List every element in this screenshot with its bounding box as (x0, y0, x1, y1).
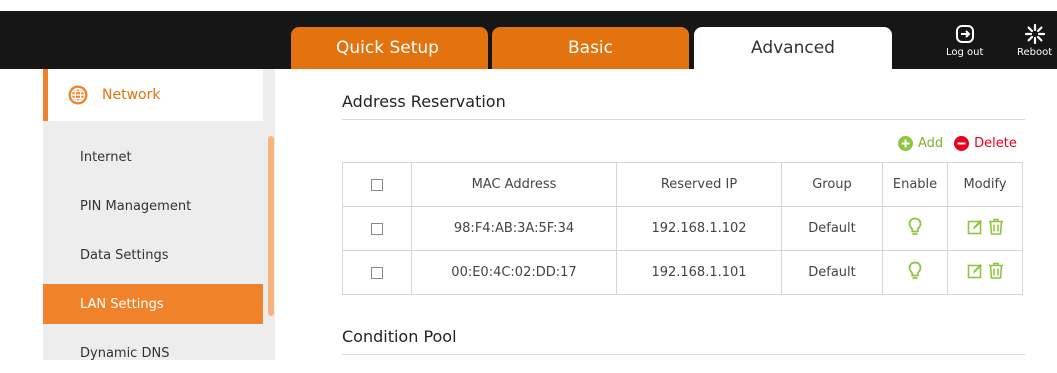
reboot-label: Reboot (1017, 47, 1053, 58)
tab-advanced-label: Advanced (751, 38, 835, 58)
table-actions: Add Delete (898, 136, 1017, 151)
select-all-cell (342, 162, 412, 207)
ip-cell: 192.168.1.101 (616, 250, 782, 295)
enabled-bulb-icon[interactable] (908, 217, 922, 237)
table-row: 98:F4:AB:3A:5F:34 192.168.1.102 Default (342, 206, 1023, 251)
col-group: Group (781, 162, 883, 207)
sidebar: Network Internet PIN Management Data Set… (43, 69, 275, 361)
address-reservation-table: MAC Address Reserved IP Group Enable Mod… (342, 162, 1023, 295)
delete-icon (954, 136, 970, 151)
tab-quick-setup-label: Quick Setup (336, 38, 439, 58)
logout-label: Log out (946, 47, 984, 58)
select-all-checkbox[interactable] (371, 178, 383, 191)
ip-cell: 192.168.1.102 (616, 206, 782, 251)
sidebar-scrollbar[interactable] (268, 136, 274, 316)
tab-advanced[interactable]: Advanced (694, 27, 892, 69)
edit-icon[interactable] (967, 263, 983, 279)
col-mac-address: MAC Address (411, 162, 617, 207)
tab-quick-setup[interactable]: Quick Setup (291, 27, 488, 69)
col-modify: Modify (947, 162, 1023, 207)
row-select-cell (342, 250, 412, 295)
enable-cell (882, 250, 948, 295)
mac-cell: 00:E0:4C:02:DD:17 (411, 250, 617, 295)
modify-cell (947, 250, 1023, 295)
sidebar-item-label: Data Settings (80, 247, 169, 263)
table-header-row: MAC Address Reserved IP Group Enable Mod… (342, 162, 1023, 207)
add-button[interactable]: Add (898, 136, 943, 151)
sidebar-item-label: Dynamic DNS (80, 345, 170, 361)
row-checkbox[interactable] (371, 266, 383, 279)
row-checkbox[interactable] (371, 222, 383, 235)
section-divider (342, 119, 1025, 120)
add-icon (898, 136, 913, 151)
sidebar-item-pin-management[interactable]: PIN Management (43, 186, 263, 226)
delete-button[interactable]: Delete (954, 136, 1017, 151)
logout-button[interactable]: Log out (946, 23, 983, 58)
logout-icon (955, 25, 974, 43)
reboot-icon (1024, 23, 1045, 45)
sidebar-item-label: LAN Settings (80, 296, 164, 312)
enabled-bulb-icon[interactable] (908, 261, 922, 281)
trash-icon[interactable] (988, 262, 1004, 280)
globe-icon (68, 85, 88, 105)
table-row: 00:E0:4C:02:DD:17 192.168.1.101 Default (342, 250, 1023, 295)
trash-icon[interactable] (988, 218, 1004, 236)
sidebar-item-internet[interactable]: Internet (43, 137, 263, 177)
section-divider (342, 354, 1025, 355)
sidebar-item-data-settings[interactable]: Data Settings (43, 235, 263, 275)
tab-basic-label: Basic (567, 38, 613, 58)
group-cell: Default (781, 250, 883, 295)
sidebar-item-label: Internet (80, 149, 132, 165)
row-select-cell (342, 206, 412, 251)
add-label: Add (918, 136, 944, 151)
sidebar-item-lan-settings[interactable]: LAN Settings (43, 284, 263, 324)
enable-cell (882, 206, 948, 251)
edit-icon[interactable] (967, 219, 983, 235)
condition-pool-title: Condition Pool (342, 327, 457, 346)
sidebar-item-label: PIN Management (80, 198, 192, 214)
modify-cell (947, 206, 1023, 251)
col-reserved-ip: Reserved IP (616, 162, 782, 207)
tab-basic[interactable]: Basic (492, 27, 689, 69)
mac-cell: 98:F4:AB:3A:5F:34 (411, 206, 617, 251)
col-enable: Enable (882, 162, 948, 207)
group-cell: Default (781, 206, 883, 251)
address-reservation-title: Address Reservation (342, 92, 506, 111)
delete-label: Delete (974, 136, 1017, 151)
reboot-button[interactable]: Reboot (1017, 23, 1052, 58)
sidebar-section-network[interactable]: Network (43, 69, 263, 121)
sidebar-item-dynamic-dns[interactable]: Dynamic DNS (43, 333, 263, 373)
sidebar-section-label: Network (102, 87, 161, 103)
